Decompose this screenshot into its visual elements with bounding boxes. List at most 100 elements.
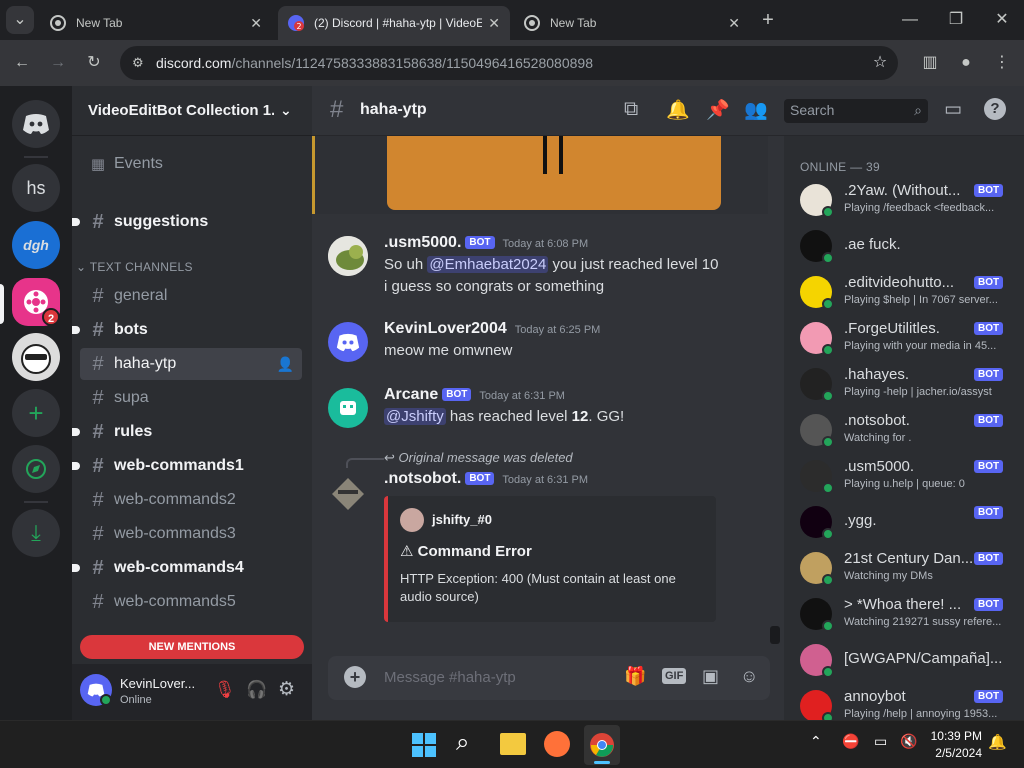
avatar[interactable] [328, 322, 368, 362]
message-author[interactable]: KevinLover2004 Today at 6:25 PM [384, 320, 600, 338]
member-list-icon[interactable]: 👥 [744, 98, 768, 122]
forward-button[interactable]: → [44, 49, 72, 77]
channel-rules[interactable]: # rules [72, 416, 302, 448]
display-icon[interactable]: ▭ [874, 733, 887, 750]
menu-kebab-icon[interactable]: ⋮ [988, 49, 1016, 77]
close-icon[interactable]: ✕ [250, 15, 262, 32]
firefox-icon[interactable] [544, 731, 570, 757]
tray-chevron-up-icon[interactable]: ⌃ [810, 733, 822, 750]
new-tab-button[interactable]: + [754, 6, 782, 34]
maximize-button[interactable]: ❐ [942, 6, 970, 34]
member-name: [GWGAPN/Campaña]... [844, 650, 1003, 667]
tab-discord[interactable]: 2 (2) Discord | #haha-ytp | VideoEditBot… [278, 6, 510, 40]
back-button[interactable]: ← [8, 49, 36, 77]
pin-icon[interactable]: 📌 [706, 98, 730, 122]
channel-bots[interactable]: # bots [72, 314, 302, 346]
emoji-icon[interactable]: ☺ [740, 666, 758, 687]
user-mention[interactable]: @Jshifty [384, 408, 446, 425]
side-panel-icon[interactable]: ▥ [916, 49, 944, 77]
notification-bell-icon[interactable]: 🔔 [988, 733, 1007, 751]
member-item[interactable]: > *Whoa there! ... BOT Watching 219271 sus… [800, 596, 1024, 640]
channel-web-commands2[interactable]: # web-commands2 [80, 484, 302, 516]
profile-icon[interactable]: ● [952, 49, 980, 77]
tab-new-tab-1[interactable]: New Tab ✕ [40, 6, 272, 40]
user-mention[interactable]: @Emhaebat2024 [427, 256, 549, 273]
message-author[interactable]: Arcane BOT Today at 6:31 PM [384, 386, 565, 404]
search-icon[interactable]: ⌕ [456, 729, 469, 757]
mute-mic-icon[interactable]: 🎙 [214, 680, 236, 700]
member-item[interactable]: .2Yaw. (Without... BOT Playing /feedback <… [800, 182, 1024, 226]
file-explorer-icon[interactable] [500, 733, 526, 755]
member-item[interactable]: .ygg. BOT [800, 504, 1024, 548]
network-icon[interactable]: ⛔ [842, 733, 859, 750]
download-apps-button[interactable]: ⤓ [12, 509, 60, 557]
member-item[interactable]: [GWGAPN/Campaña]... [800, 642, 1024, 686]
message-composer[interactable]: + Message #haha-ytp 🎁 GIF ▣ ☺ [328, 656, 770, 700]
channel-haha-ytp[interactable]: # haha-ytp 👤 [80, 348, 302, 380]
chrome-taskbar-icon[interactable] [584, 725, 620, 765]
address-bar[interactable]: ⚙ discord.com/channels/11247583338831586… [120, 46, 898, 80]
channel-web-commands3[interactable]: # web-commands3 [80, 518, 302, 550]
gift-icon[interactable]: 🎁 [624, 666, 646, 687]
member-item[interactable]: .ae fuck. [800, 228, 1024, 272]
avatar[interactable] [328, 236, 368, 276]
category-text-channels[interactable]: ⌄ TEXT CHANNELS [76, 260, 193, 274]
channel-suggestions[interactable]: # suggestions [72, 206, 302, 238]
add-attachment-icon[interactable]: + [344, 666, 366, 688]
avatar[interactable] [328, 474, 368, 514]
headphones-icon[interactable]: 🎧 [246, 680, 267, 700]
events-item[interactable]: ▦ Events [80, 148, 302, 180]
channel-supa[interactable]: # supa [80, 382, 302, 414]
channel-web-commands4[interactable]: # web-commands4 [72, 552, 302, 584]
channel-general[interactable]: # general [80, 280, 302, 312]
server-videoeditbot[interactable]: 2 [12, 278, 60, 326]
server-dgh[interactable]: dgh [12, 221, 60, 269]
gif-icon[interactable]: GIF [662, 668, 687, 684]
minimize-button[interactable]: — [896, 6, 924, 34]
clock-date[interactable]: 2/5/2024 [930, 746, 982, 760]
threads-icon[interactable]: ⧉ [624, 98, 638, 121]
add-member-icon[interactable]: 👤 [277, 356, 294, 373]
member-item[interactable]: .ForgeUtilitles. BOT Playing with your med… [800, 320, 1024, 364]
inbox-icon[interactable]: ▭ [944, 98, 962, 121]
clock-time[interactable]: 10:39 PM [930, 729, 982, 743]
close-icon[interactable]: ✕ [488, 15, 500, 32]
image-attachment[interactable] [312, 136, 768, 214]
discord-home-icon[interactable] [12, 100, 60, 148]
add-server-button[interactable]: + [12, 389, 60, 437]
avatar[interactable] [328, 388, 368, 428]
gear-icon[interactable]: ⚙ [278, 678, 295, 701]
close-icon[interactable]: ✕ [728, 15, 740, 32]
window-close-button[interactable]: ✕ [988, 6, 1016, 34]
bell-icon[interactable]: 🔔 [666, 98, 690, 122]
member-item[interactable]: 21st Century Dan... BOT Watching my DMs [800, 550, 1024, 594]
channel-web-commands1[interactable]: # web-commands1 [72, 450, 302, 482]
new-mentions-button[interactable]: NEW MENTIONS [80, 635, 304, 659]
scrollbar-thumb[interactable] [770, 626, 780, 644]
channel-web-commands5[interactable]: # web-commands5 [80, 586, 302, 618]
reload-button[interactable]: ↻ [80, 49, 108, 77]
tab-new-tab-2[interactable]: New Tab ✕ [514, 6, 750, 40]
video-preview[interactable] [387, 136, 721, 210]
bookmark-star-icon[interactable]: ☆ [866, 49, 894, 77]
explore-servers-button[interactable] [12, 445, 60, 493]
member-item[interactable]: .editvideohutto... BOT Playing $help | In … [800, 274, 1024, 318]
tab-search-button[interactable]: ⌄ [6, 6, 34, 34]
server-header[interactable]: VideoEditBot Collection 1.0 ⌄ [72, 86, 312, 136]
volume-icon[interactable]: 🔇 [900, 733, 917, 750]
message-author[interactable]: .notsobot. BOT Today at 6:31 PM [384, 470, 588, 488]
avatar[interactable] [80, 674, 112, 706]
sticker-icon[interactable]: ▣ [702, 666, 719, 687]
server-cat[interactable] [12, 333, 60, 381]
site-info-icon[interactable]: ⚙ [132, 55, 144, 71]
start-windows-icon[interactable] [412, 733, 436, 757]
unread-dot [72, 218, 80, 226]
help-icon[interactable]: ? [984, 98, 1006, 120]
reply-bar[interactable]: ↩ Original message was deleted [384, 450, 573, 466]
member-item[interactable]: .notsobot. BOT Watching for . [800, 412, 1024, 456]
message-author[interactable]: .usm5000. BOT Today at 6:08 PM [384, 234, 588, 252]
search-input[interactable]: Search ⌕ [784, 99, 928, 123]
server-hs[interactable]: hs [12, 164, 60, 212]
member-item[interactable]: .hahayes. BOT Playing -help | jacher.io/as… [800, 366, 1024, 410]
member-item[interactable]: .usm5000. BOT Playing u.help | queue: 0 [800, 458, 1024, 502]
